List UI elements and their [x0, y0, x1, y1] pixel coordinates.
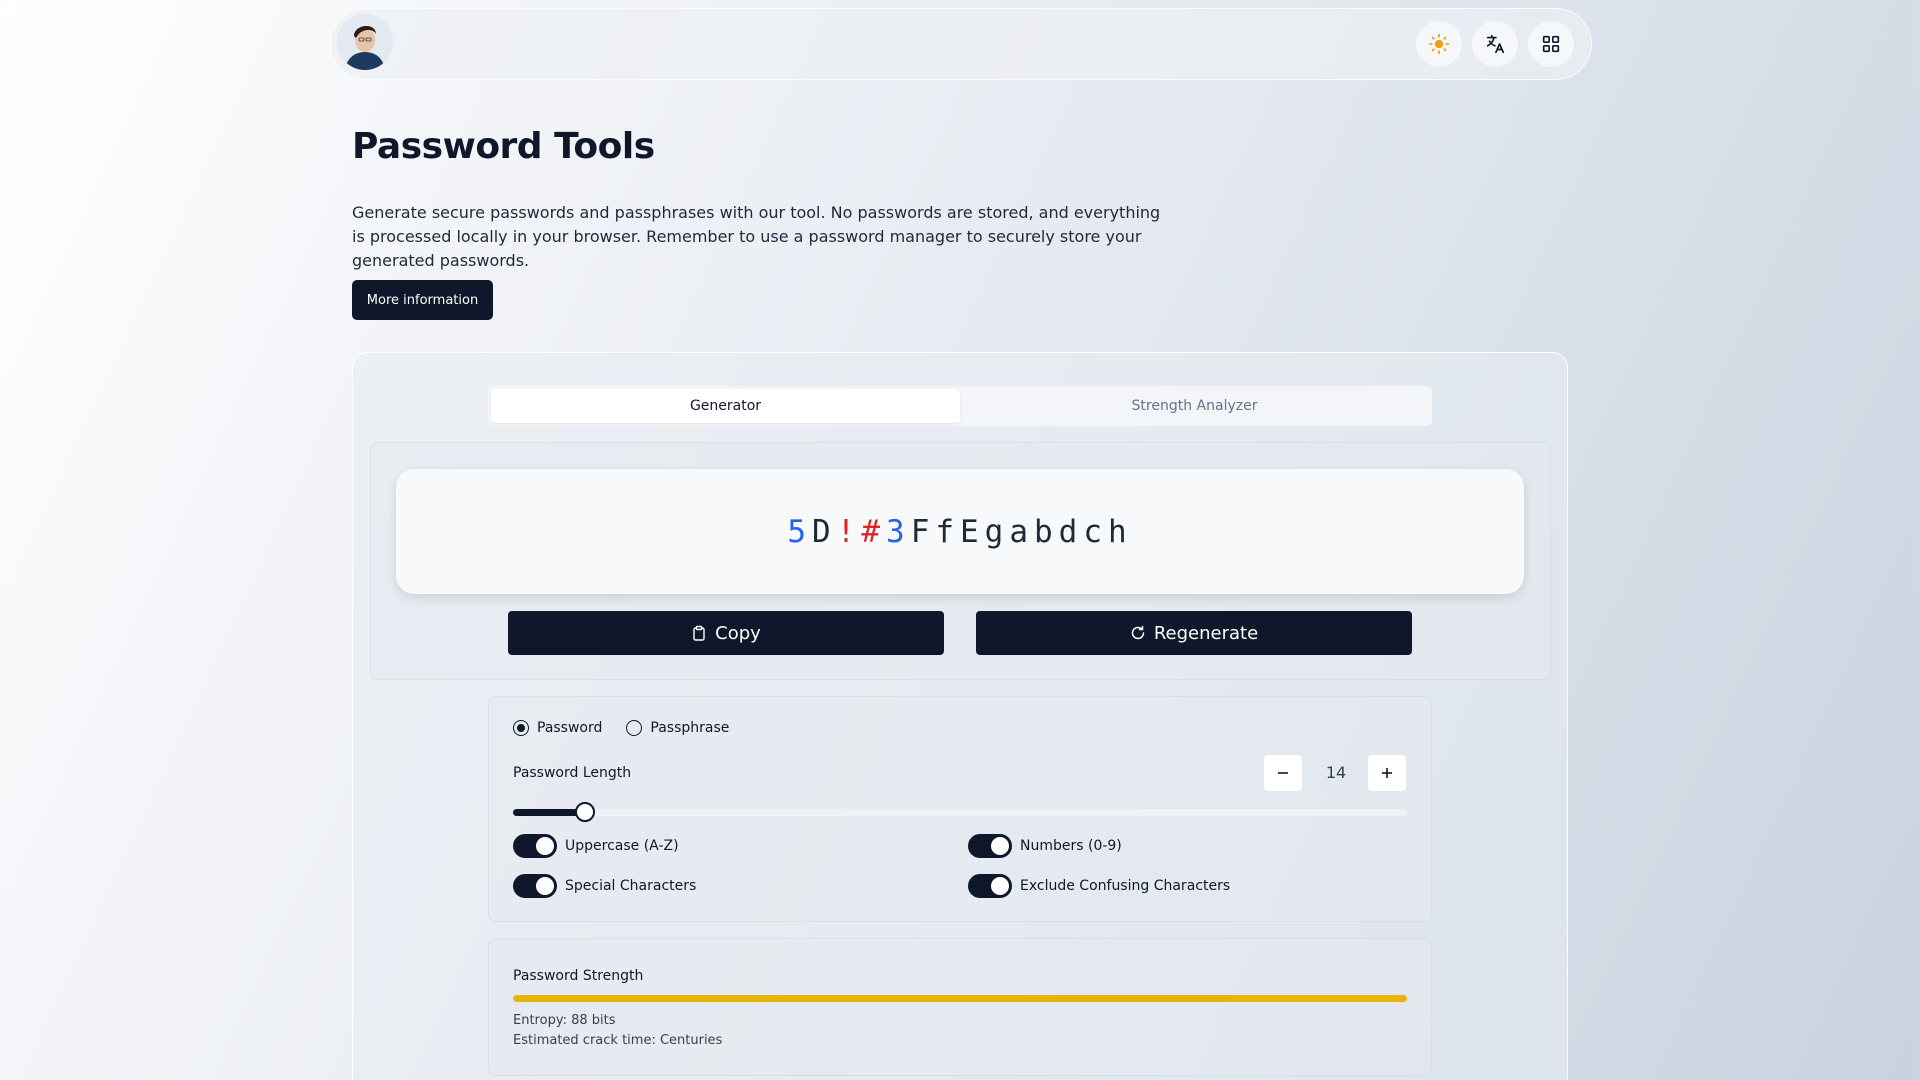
toggle-uppercase[interactable]	[513, 834, 557, 858]
length-slider[interactable]	[513, 802, 1407, 822]
length-value: 14	[1325, 763, 1347, 782]
toggle-exclude-row: Exclude Confusing Characters	[968, 874, 1230, 898]
radio-passphrase-label: Passphrase	[650, 720, 730, 736]
password-part: 5	[787, 513, 812, 550]
tab-strength-analyzer[interactable]: Strength Analyzer	[960, 389, 1429, 423]
decrease-length-button[interactable]	[1264, 755, 1302, 791]
toggle-exclude-label: Exclude Confusing Characters	[1020, 878, 1231, 894]
more-information-button[interactable]: More information	[352, 280, 493, 320]
radio-password-label: Password	[537, 720, 603, 736]
theme-toggle-button[interactable]	[1415, 20, 1463, 68]
refresh-icon	[1131, 625, 1145, 640]
crack-time-text: Estimated crack time: Centuries	[513, 1033, 723, 1048]
mode-radio-group: Password Passphrase	[513, 720, 729, 736]
toggle-uppercase-row: Uppercase (A-Z)	[513, 834, 679, 858]
translate-icon	[1486, 34, 1505, 54]
radio-passphrase-dot[interactable]	[626, 720, 643, 736]
sun-icon	[1428, 33, 1450, 55]
minus-icon	[1278, 772, 1288, 774]
avatar[interactable]	[337, 14, 393, 70]
language-button[interactable]	[1471, 20, 1519, 68]
toggle-numbers-label: Numbers (0-9)	[1020, 838, 1122, 854]
generated-password[interactable]: 5 D! #3 FfEgabdch	[396, 469, 1524, 594]
strength-meter-fill	[513, 995, 1407, 1002]
avatar-image	[337, 14, 393, 70]
password-length-label: Password Length	[513, 765, 632, 781]
top-navigation-bar	[330, 8, 1592, 80]
radio-passphrase[interactable]: Passphrase	[626, 720, 729, 736]
toggle-uppercase-label: Uppercase (A-Z)	[565, 838, 679, 854]
copy-label: Copy	[715, 622, 761, 644]
tab-list: Generator Strength Analyzer	[488, 386, 1432, 426]
password-part: #	[861, 513, 887, 550]
toggle-exclude-confusing[interactable]	[968, 874, 1012, 898]
toggle-special-row: Special Characters	[513, 874, 696, 898]
password-part: 3	[886, 513, 911, 550]
tab-generator[interactable]: Generator	[491, 389, 960, 423]
intro-text: Generate secure passwords and passphrase…	[352, 203, 1161, 270]
length-slider-thumb[interactable]	[575, 802, 596, 822]
password-part: D	[812, 513, 837, 550]
clipboard-icon	[693, 625, 705, 641]
increase-length-button[interactable]	[1368, 755, 1406, 791]
toggle-numbers-row: Numbers (0-9)	[968, 834, 1122, 858]
copy-button[interactable]: Copy	[508, 611, 944, 655]
radio-password[interactable]: Password	[513, 720, 602, 736]
page-title: Password Tools	[352, 126, 655, 167]
password-part: FfEgabdch	[910, 513, 1133, 550]
apps-button[interactable]	[1527, 20, 1575, 68]
password-part: !	[836, 513, 862, 550]
toggle-numbers[interactable]	[968, 834, 1012, 858]
entropy-text: Entropy: 88 bits	[513, 1013, 616, 1028]
strength-meter	[513, 995, 1407, 1002]
toggle-special[interactable]	[513, 874, 557, 898]
regenerate-label: Regenerate	[1153, 622, 1259, 644]
grid-icon	[1542, 35, 1560, 53]
strength-panel	[488, 938, 1432, 1076]
radio-password-dot[interactable]	[513, 720, 529, 736]
toggle-special-label: Special Characters	[565, 878, 697, 894]
strength-title: Password Strength	[513, 968, 644, 984]
plus-icon	[1382, 768, 1392, 778]
regenerate-button[interactable]: Regenerate	[976, 611, 1412, 655]
